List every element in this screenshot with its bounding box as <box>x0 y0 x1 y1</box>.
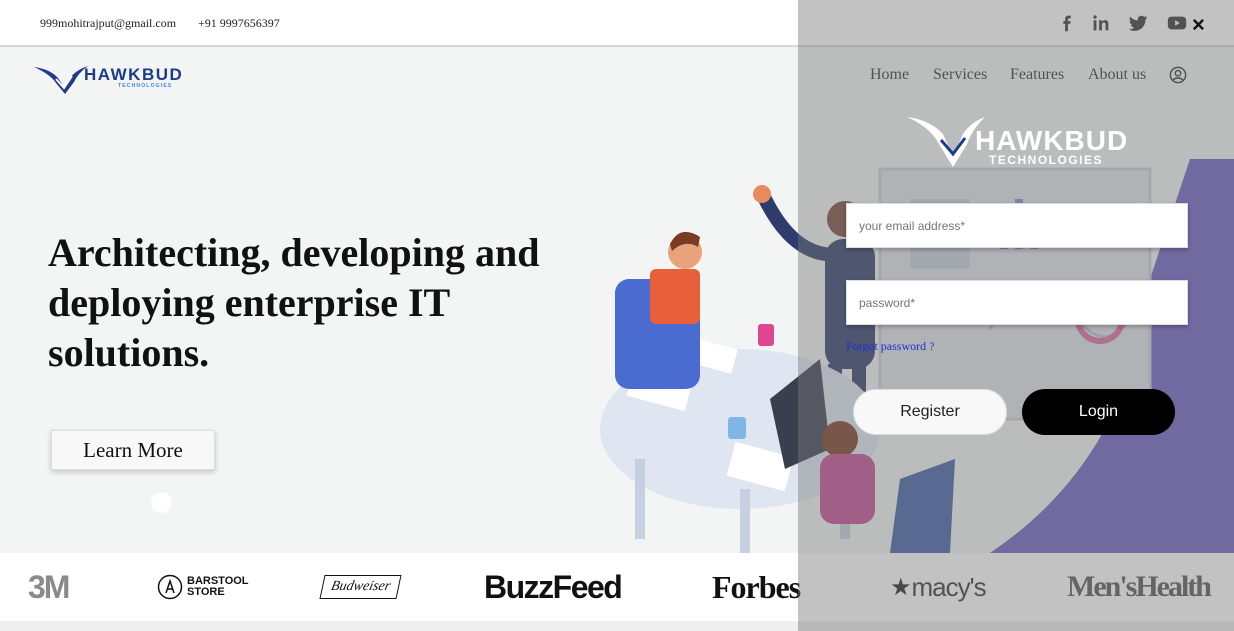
contact-phone[interactable]: +91 9997656397 <box>198 16 280 31</box>
hero-title: Architecting, developing and deploying e… <box>48 230 540 375</box>
brand-forbes: Forbes <box>712 568 801 605</box>
register-button[interactable]: Register <box>853 389 1007 435</box>
brand-barstool: BARSTOOL STORE <box>157 553 249 621</box>
brand-barstool-text: BARSTOOL STORE <box>187 575 249 598</box>
contact-email[interactable]: 999mohitrajput@gmail.com <box>40 16 176 31</box>
login-logo: HAWKBUD TECHNOLOGIES <box>905 112 1130 172</box>
brand-3m: 3M <box>28 568 70 605</box>
svg-text:TECHNOLOGIES: TECHNOLOGIES <box>989 153 1103 167</box>
slider-dot[interactable] <box>151 492 172 513</box>
learn-more-button[interactable]: Learn More <box>51 430 215 470</box>
hawkbud-logo[interactable]: HAWKBUD TECHNOLOGIES <box>32 56 187 96</box>
password-field[interactable] <box>846 280 1188 325</box>
logo-tagline: TECHNOLOGIES <box>118 83 172 89</box>
forgot-password-link[interactable]: Forgot password ? <box>846 339 934 354</box>
close-icon[interactable]: × <box>1192 14 1205 36</box>
brand-buzzfeed: BuzzFeed <box>484 568 623 605</box>
email-field[interactable] <box>846 203 1188 248</box>
svg-text:HAWKBUD: HAWKBUD <box>975 125 1128 156</box>
brand-budweiser: Budweiser <box>319 553 402 621</box>
logo-wordmark: HAWKBUD <box>84 65 183 84</box>
login-button[interactable]: Login <box>1022 389 1175 435</box>
